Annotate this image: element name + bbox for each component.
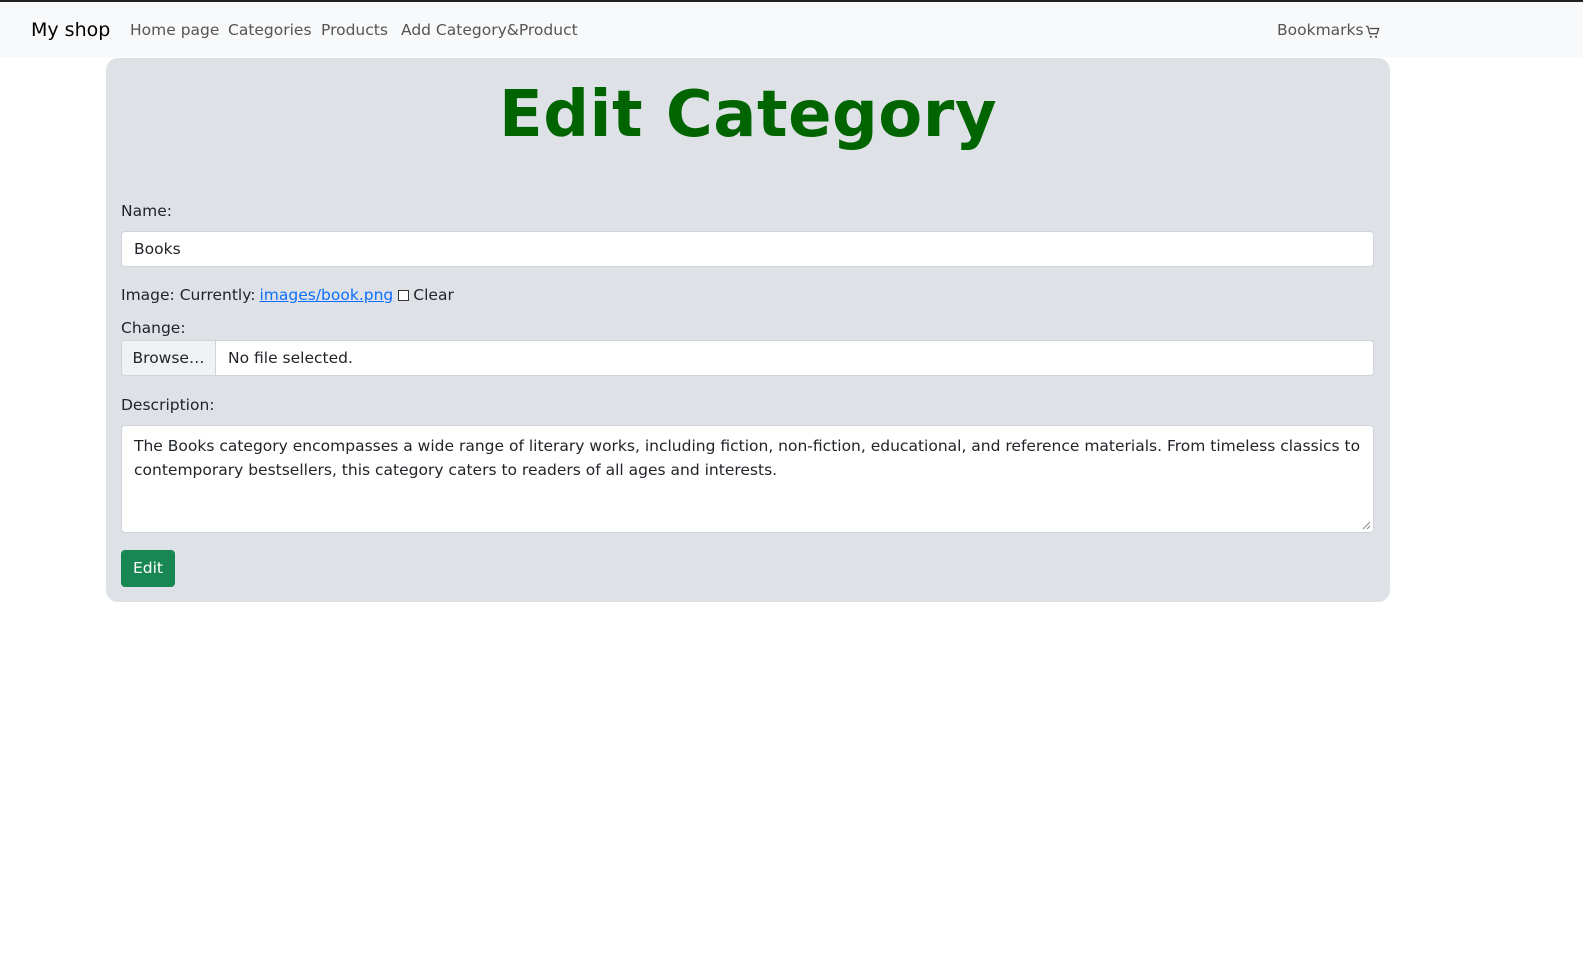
description-textarea[interactable]: The Books category encompasses a wide ra… — [121, 425, 1374, 533]
page-title: Edit Category — [498, 78, 998, 152]
nav-categories[interactable]: Categories — [228, 21, 312, 39]
file-status: No file selected. — [228, 349, 353, 367]
nav-products[interactable]: Products — [321, 21, 388, 39]
description-text: The Books category encompasses a wide ra… — [134, 437, 1361, 479]
navbar: My shop Home page Categories Products Ad… — [0, 2, 1583, 57]
image-label: Image: Currently: — [121, 286, 256, 304]
nav-bookmarks[interactable]: Bookmarks — [1277, 21, 1364, 39]
resize-grip-icon[interactable] — [1362, 521, 1371, 530]
clear-label: Clear — [413, 286, 454, 304]
change-label: Change: — [121, 319, 186, 337]
edit-category-card: Edit Category Name: Books Image: Current… — [106, 58, 1390, 602]
file-input[interactable]: Browse… No file selected. — [121, 340, 1374, 376]
description-label: Description: — [121, 396, 215, 414]
image-current-link[interactable]: images/book.png — [259, 286, 393, 304]
clear-image-checkbox[interactable] — [398, 289, 410, 301]
nav-add-category-product[interactable]: Add Category&Product — [401, 21, 578, 39]
name-input[interactable]: Books — [121, 231, 1374, 267]
name-label: Name: — [121, 202, 172, 220]
image-current-row: Image: Currently: images/book.png Clear — [121, 286, 454, 304]
nav-home[interactable]: Home page — [130, 21, 219, 39]
browse-button[interactable]: Browse… — [122, 341, 216, 375]
cart-icon[interactable] — [1366, 24, 1380, 38]
brand-link[interactable]: My shop — [31, 19, 110, 41]
edit-submit-button[interactable]: Edit — [121, 550, 175, 587]
